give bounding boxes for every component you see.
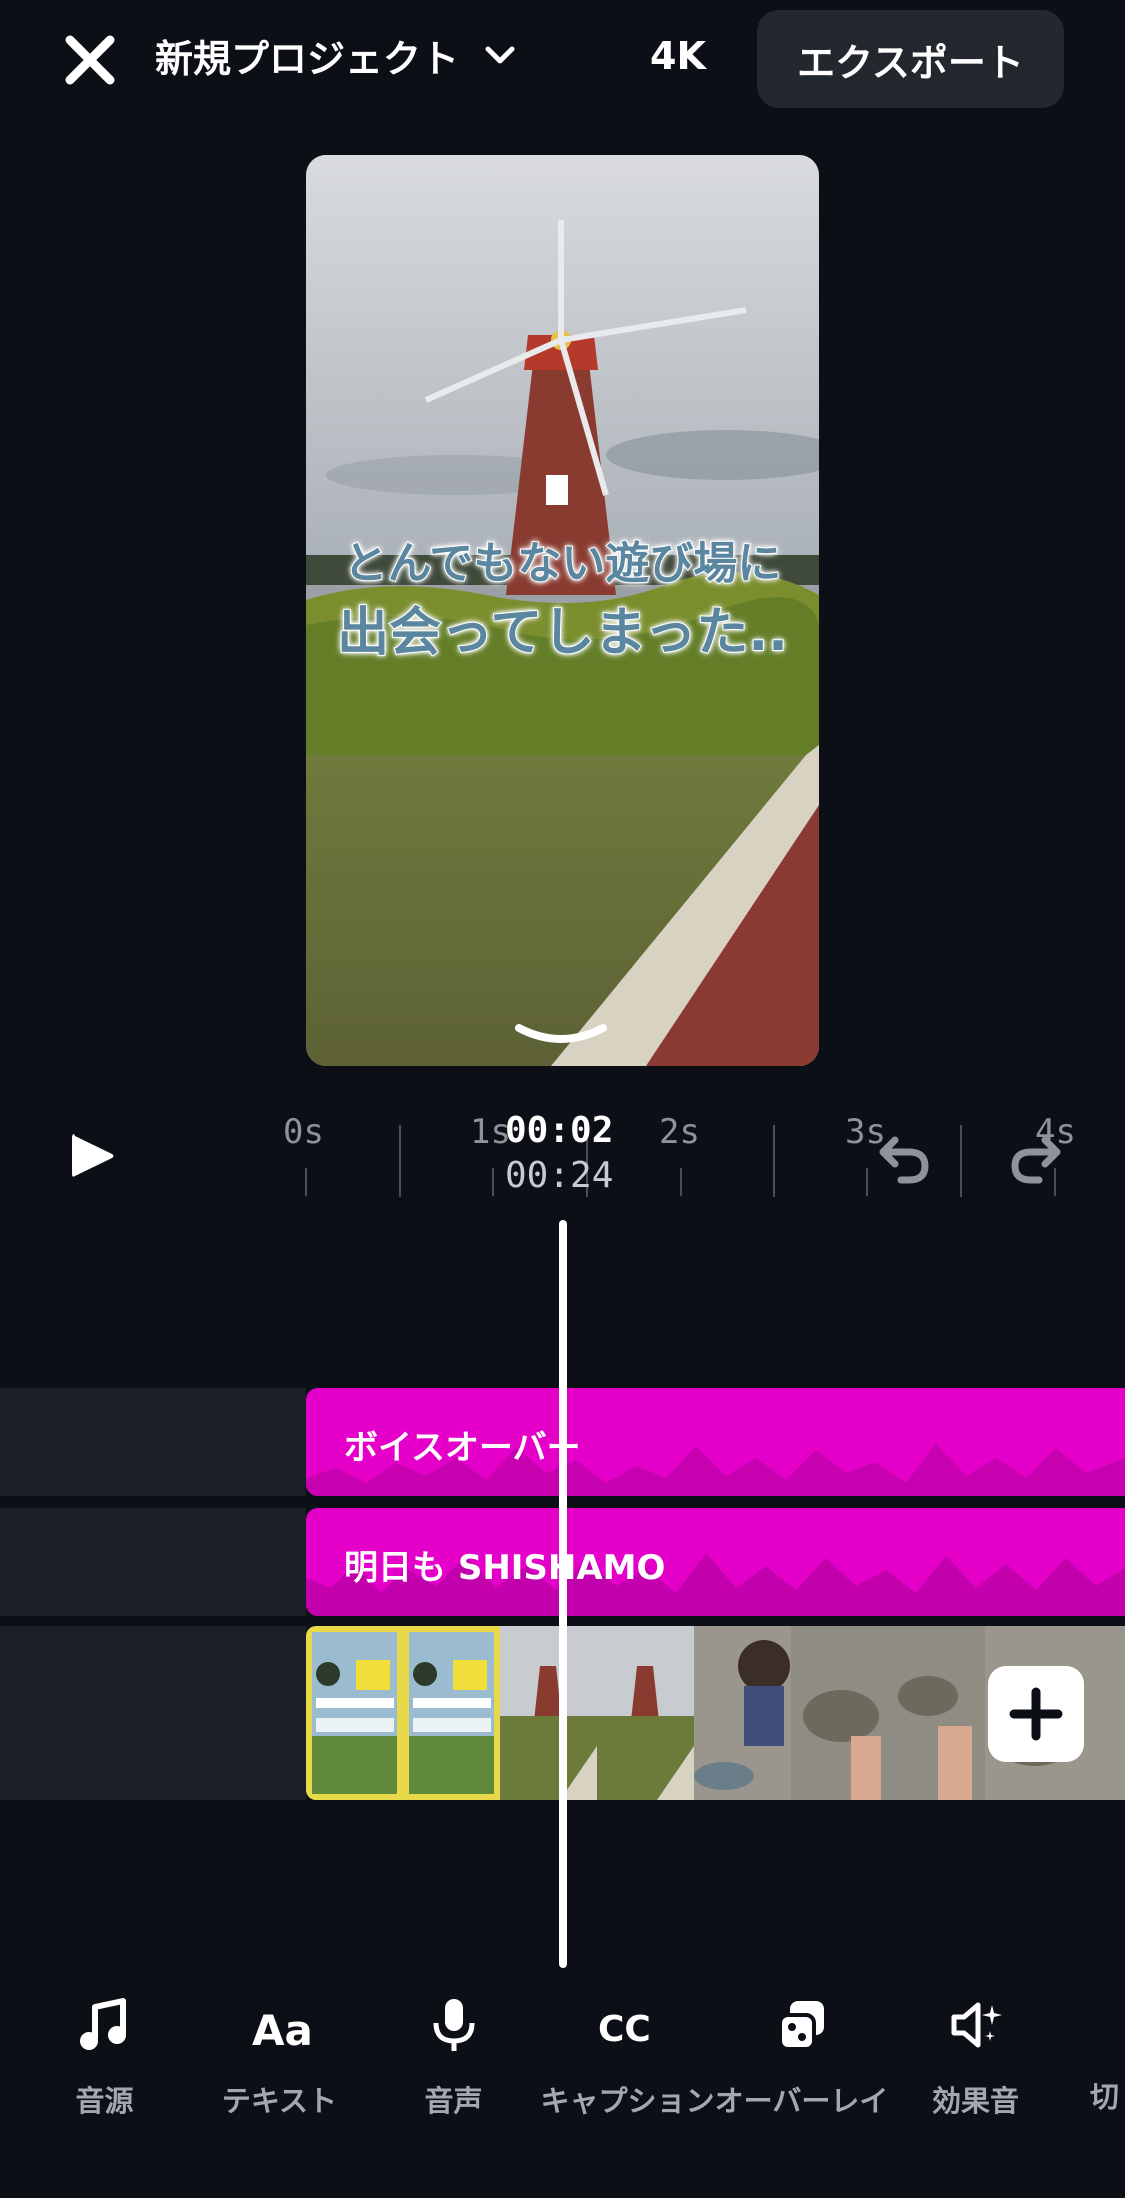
tool-sound-effect[interactable]: 効果音 — [888, 1995, 1063, 2121]
add-clip-button[interactable] — [988, 1666, 1084, 1762]
video-frame — [888, 1626, 985, 1800]
voiceover-clip[interactable]: ボイスオーバー — [306, 1388, 1125, 1496]
close-button[interactable] — [60, 30, 120, 90]
ruler-tick — [866, 1168, 868, 1196]
tool-text[interactable]: Aa テキスト — [192, 1995, 367, 2121]
playhead[interactable] — [559, 1220, 567, 1968]
ruler-tick — [399, 1125, 401, 1197]
video-frame — [403, 1626, 500, 1800]
play-button[interactable] — [66, 1130, 118, 1182]
ruler-tick — [305, 1168, 307, 1196]
ruler-tick — [773, 1125, 775, 1197]
plus-icon — [1009, 1687, 1063, 1741]
voiceover-label: ボイスオーバー — [344, 1428, 581, 1468]
play-icon — [72, 1134, 114, 1177]
svg-text:Aa: Aa — [252, 2006, 310, 2055]
export-button[interactable]: エクスポート — [757, 10, 1064, 108]
project-title: 新規プロジェクト — [155, 37, 460, 81]
project-title-dropdown[interactable]: 新規プロジェクト — [155, 28, 517, 83]
tool-label: 効果音 — [931, 2084, 1019, 2118]
ruler-tick — [960, 1125, 962, 1197]
ruler-tick — [492, 1168, 494, 1196]
sound-effect-icon — [951, 2002, 1002, 2048]
video-frame — [791, 1626, 888, 1800]
resolution-selector[interactable]: 4K — [650, 34, 706, 78]
ruler-label-0: 0s — [283, 1112, 324, 1152]
cc-icon: CC — [598, 2009, 651, 2050]
music-note-icon — [79, 1998, 126, 2050]
current-time: 00:02 — [505, 1110, 614, 1151]
tool-caption[interactable]: CC キャプション — [540, 1995, 715, 2121]
music-label: 明日も SHISHAMO — [344, 1548, 666, 1588]
tool-cut[interactable]: 切 — [1062, 1995, 1125, 2117]
tool-music[interactable]: 音源 — [17, 1995, 192, 2121]
microphone-icon — [433, 1999, 474, 2051]
video-frame — [1082, 1626, 1125, 1800]
video-frame — [306, 1626, 403, 1800]
collapse-chevron-icon[interactable] — [511, 1020, 611, 1050]
undo-button[interactable] — [875, 1130, 935, 1186]
text-aa-icon: Aa — [252, 2006, 313, 2055]
track-header-video — [0, 1626, 306, 1800]
tool-label: 切 — [1090, 2080, 1120, 2114]
video-frame — [694, 1626, 791, 1800]
undo-icon — [879, 1136, 929, 1184]
music-clip[interactable]: 明日も SHISHAMO — [306, 1508, 1125, 1616]
tool-overlay[interactable]: オーバーレイ — [714, 1995, 889, 2121]
close-icon — [65, 35, 115, 85]
chevron-down-icon — [485, 46, 515, 63]
overlay-icon — [777, 2001, 824, 2051]
caption-line-2: 出会ってしまった.. — [336, 602, 789, 664]
ruler-label-2: 2s — [659, 1112, 700, 1152]
tool-label: オーバーレイ — [714, 2084, 889, 2118]
svg-text:CC: CC — [598, 2009, 651, 2050]
redo-icon — [1011, 1136, 1061, 1184]
total-duration: 00:24 — [505, 1155, 614, 1196]
video-preview[interactable]: とんでもない遊び場に 出会ってしまった.. — [306, 155, 819, 1066]
tool-voice[interactable]: 音声 — [366, 1995, 541, 2121]
track-header-voiceover — [0, 1388, 306, 1496]
video-frame — [500, 1626, 597, 1800]
video-frame — [597, 1626, 694, 1800]
tool-label: 音声 — [424, 2084, 483, 2118]
tool-label: キャプション — [540, 2084, 715, 2118]
caption-line-1: とんでもない遊び場に — [343, 537, 783, 590]
ruler-tick — [680, 1168, 682, 1196]
cut-icon — [1064, 1995, 1124, 2055]
tool-label: テキスト — [221, 2084, 338, 2118]
tool-label: 音源 — [75, 2084, 134, 2118]
redo-button[interactable] — [1005, 1130, 1065, 1186]
track-header-music — [0, 1508, 306, 1616]
